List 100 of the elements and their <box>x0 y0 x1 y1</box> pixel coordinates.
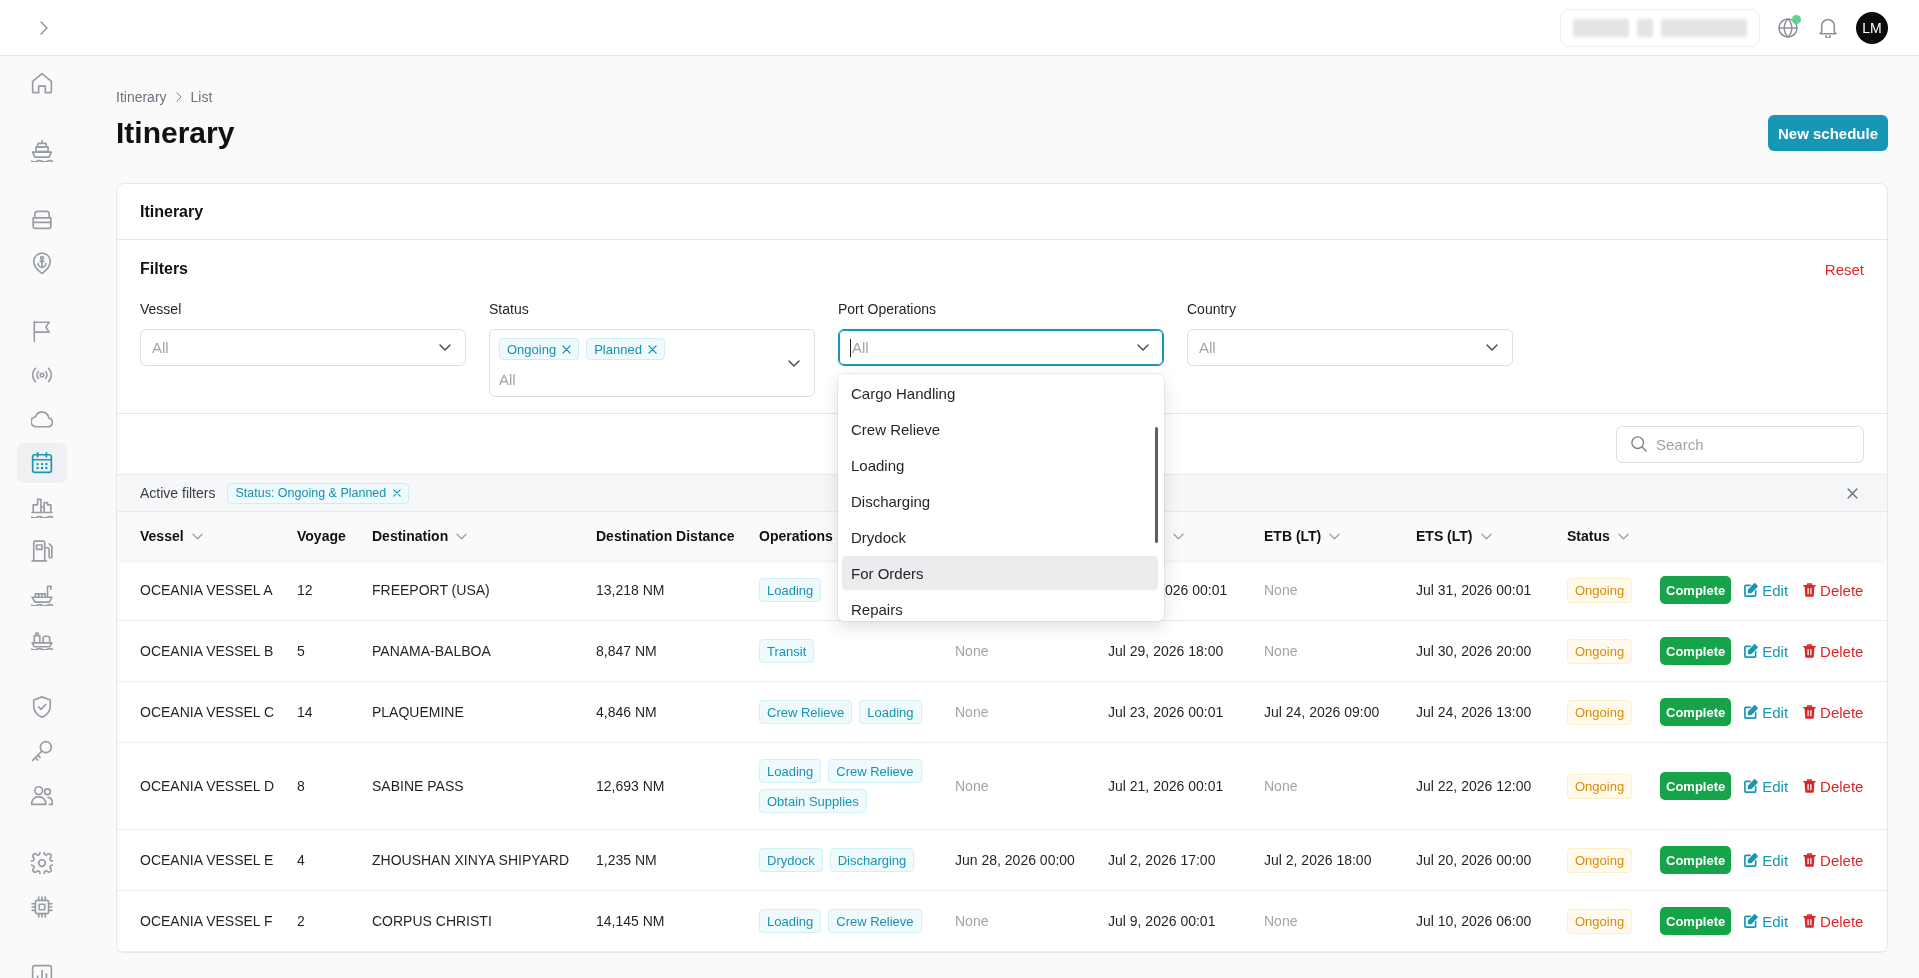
status-badge: Ongoing <box>1567 773 1633 799</box>
complete-button[interactable]: Complete <box>1660 576 1732 604</box>
search-field[interactable]: Search <box>1616 425 1864 463</box>
complete-button[interactable]: Complete <box>1660 907 1732 935</box>
chevron-down-icon <box>439 344 451 351</box>
edit-link[interactable]: Edit <box>1744 912 1789 930</box>
filter-tag[interactable]: Status: Ongoing & Planned <box>227 482 410 504</box>
destination-text: FREEPORT (USA) <box>372 582 490 598</box>
trash-icon <box>1803 705 1817 719</box>
pencil-square-icon <box>1744 705 1759 719</box>
column-header[interactable]: Vessel <box>140 528 203 544</box>
complete-button[interactable]: Complete <box>1660 637 1732 665</box>
delete-link[interactable]: Delete <box>1803 642 1864 660</box>
date-text: Jul 20, 2026 00:00 <box>1416 852 1532 868</box>
avatar[interactable]: LM <box>1856 11 1888 44</box>
dropdown-option[interactable]: Discharging <box>842 484 1158 518</box>
reset-link[interactable]: Reset <box>1824 260 1864 278</box>
date-text: 026 00:01 <box>1165 582 1228 598</box>
edit-link[interactable]: Edit <box>1744 703 1789 721</box>
chevron-down-icon <box>1480 532 1492 540</box>
delete-link[interactable]: Delete <box>1803 851 1864 869</box>
pencil-square-icon <box>1744 779 1759 793</box>
cloud-icon <box>31 408 53 430</box>
operation-tag: Obtain Supplies <box>759 789 867 813</box>
edit-link[interactable]: Edit <box>1744 581 1789 599</box>
fuel-pump-icon <box>31 540 53 562</box>
filters-title: Filters <box>140 260 188 278</box>
delete-link[interactable]: Delete <box>1803 581 1864 599</box>
close-icon[interactable] <box>1847 487 1858 499</box>
edit-link[interactable]: Edit <box>1744 642 1789 660</box>
chip-icon <box>31 896 53 918</box>
dropdown-option[interactable]: Cargo Handling <box>842 376 1158 410</box>
voyage-number: 5 <box>297 643 305 659</box>
operation-tag: Loading <box>759 759 822 783</box>
vessel-name: OCEANIA VESSEL B <box>140 643 274 659</box>
operation-tag: Crew Relieve <box>759 700 853 724</box>
delete-link[interactable]: Delete <box>1803 777 1864 795</box>
calendar-icon <box>31 452 53 474</box>
voyage-number: 4 <box>297 852 305 868</box>
close-icon[interactable] <box>647 344 657 354</box>
trash-icon <box>1803 644 1817 658</box>
search-icon <box>1631 436 1647 452</box>
complete-button[interactable]: Complete <box>1660 772 1732 800</box>
vessel-name: OCEANIA VESSEL F <box>140 913 273 929</box>
date-text: Jul 2, 2026 18:00 <box>1264 852 1372 868</box>
voyage-number: 8 <box>297 778 305 794</box>
column-header[interactable]: Destination <box>372 528 468 544</box>
select-field[interactable]: All <box>140 329 466 366</box>
dropdown-option[interactable]: Repairs <box>842 592 1158 621</box>
date-text: Jul 10, 2026 06:00 <box>1416 913 1532 929</box>
dropdown-option[interactable]: Loading <box>842 448 1158 482</box>
select-field[interactable]: Ongoing Planned All <box>489 329 815 397</box>
status-badge: Ongoing <box>1567 638 1633 664</box>
box-icon <box>31 208 53 230</box>
field-label: Port Operations <box>838 301 937 318</box>
vessel-name: OCEANIA VESSEL C <box>140 704 275 720</box>
edit-link[interactable]: Edit <box>1744 777 1789 795</box>
operation-tag: Drydock <box>759 848 823 872</box>
close-icon[interactable] <box>393 489 402 497</box>
trash-icon <box>1803 853 1817 867</box>
filter-chip[interactable]: Planned <box>586 338 665 360</box>
bell-icon[interactable] <box>1818 17 1838 38</box>
page-title: Itinerary <box>116 115 235 151</box>
new-schedule-button[interactable]: New schedule <box>1767 115 1888 151</box>
select-field[interactable]: All <box>838 329 1164 366</box>
trash-icon <box>1803 583 1817 597</box>
date-text: Jul 21, 2026 00:01 <box>1108 778 1224 794</box>
pencil-square-icon <box>1744 583 1759 597</box>
delete-link[interactable]: Delete <box>1803 703 1864 721</box>
field-label: Vessel <box>140 301 182 318</box>
close-icon[interactable] <box>562 344 572 354</box>
breadcrumb-current: List <box>190 89 213 105</box>
column-header[interactable]: ETS (LT) <box>1416 528 1492 544</box>
dropdown-option[interactable]: Drydock <box>842 520 1158 554</box>
delete-link[interactable]: Delete <box>1803 912 1864 930</box>
card-title: Itinerary <box>140 202 204 221</box>
chevron-right-icon[interactable] <box>40 20 48 35</box>
dropdown-option[interactable]: Crew Relieve <box>842 412 1158 446</box>
pencil-square-icon <box>1744 644 1759 658</box>
complete-button[interactable]: Complete <box>1660 698 1732 726</box>
status-badge: Ongoing <box>1567 847 1633 873</box>
select-field[interactable]: All <box>1187 329 1513 366</box>
complete-button[interactable]: Complete <box>1660 846 1732 874</box>
edit-link[interactable]: Edit <box>1744 851 1789 869</box>
column-header[interactable] <box>1173 532 1184 540</box>
globe-icon[interactable] <box>1778 17 1798 38</box>
status-badge: Ongoing <box>1567 577 1633 603</box>
breadcrumb-link[interactable]: Itinerary <box>116 89 167 105</box>
home-icon <box>31 72 53 94</box>
key-icon <box>31 740 53 762</box>
filter-chip[interactable]: Ongoing <box>499 338 580 360</box>
shield-check-icon <box>31 696 53 718</box>
sidebar-item[interactable] <box>17 443 67 483</box>
column-header[interactable]: ETB (LT) <box>1264 528 1341 544</box>
destination-text: SABINE PASS <box>372 778 464 794</box>
date-text: Jul 24, 2026 13:00 <box>1416 704 1532 720</box>
dropdown-option[interactable]: For Orders <box>842 556 1158 590</box>
column-header[interactable]: Status <box>1567 528 1629 544</box>
column-header: Operations <box>759 528 833 544</box>
scrollbar-thumb[interactable] <box>1155 427 1158 543</box>
